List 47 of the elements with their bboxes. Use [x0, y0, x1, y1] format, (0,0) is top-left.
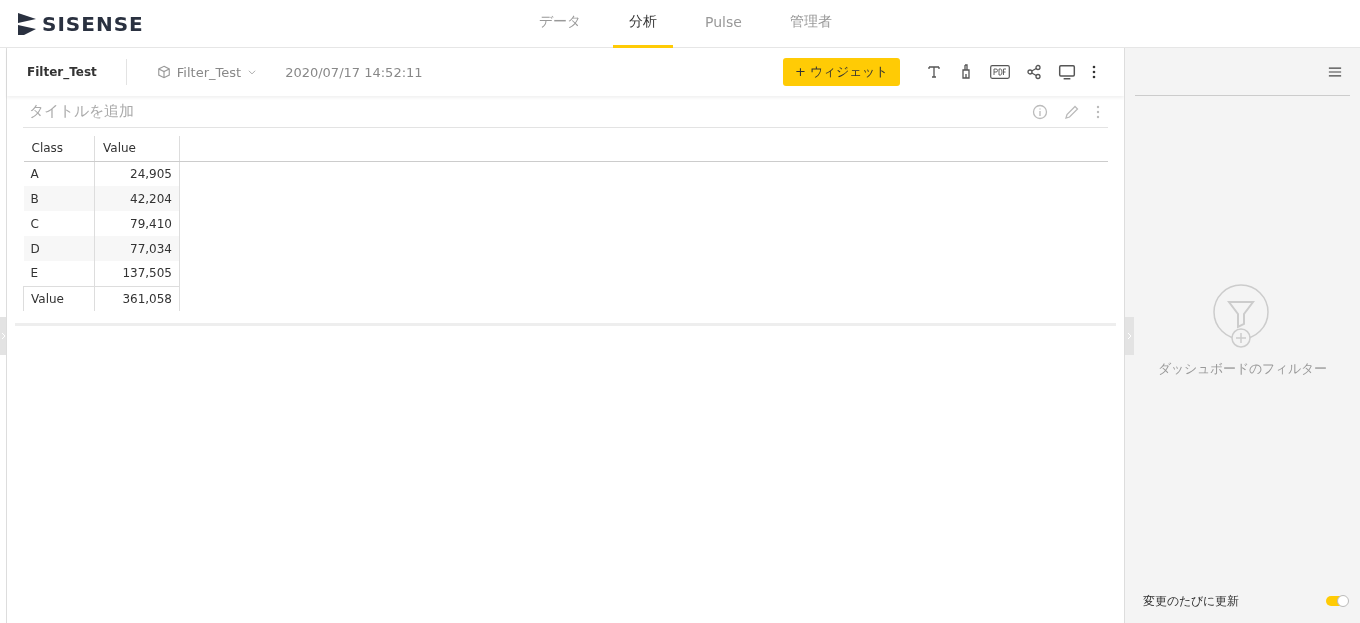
cube-icon [156, 65, 171, 79]
more-button[interactable] [1092, 65, 1096, 79]
add-widget-button[interactable]: + ウィジェット [782, 58, 900, 86]
share-button[interactable] [1026, 64, 1042, 80]
menu-button[interactable] [1328, 64, 1342, 79]
auto-update-toggle[interactable] [1326, 596, 1348, 606]
table-cell: 137,505 [94, 261, 180, 286]
table-cell: C [23, 211, 95, 236]
text-button[interactable] [926, 64, 942, 80]
column-header: Class [23, 136, 95, 161]
pencil-icon [1064, 103, 1080, 120]
column-header: Value [94, 136, 180, 161]
logo-icon [18, 12, 38, 35]
more-icon [1092, 65, 1096, 79]
widget-title-placeholder[interactable]: タイトルを追加 [29, 102, 1024, 121]
table-cell: B [23, 186, 95, 211]
info-icon [1032, 103, 1048, 120]
pdf-button[interactable] [990, 65, 1010, 79]
nav-tab[interactable]: Pulse [689, 0, 758, 48]
share-icon [1026, 64, 1042, 80]
chevron-right-icon [0, 332, 6, 340]
table-cell: 42,204 [94, 186, 180, 211]
text-icon [926, 64, 942, 80]
filters-empty-label: ダッシュボードのフィルター [1158, 360, 1327, 378]
pdf-icon [990, 65, 1010, 79]
more-icon [1096, 104, 1100, 119]
table-cell: 79,410 [94, 211, 180, 236]
total-cell: 361,058 [94, 286, 180, 311]
updated-time: 2020/07/17 14:52:11 [285, 64, 423, 80]
table-cell: D [23, 236, 95, 261]
monitor-icon [1058, 63, 1076, 81]
present-button[interactable] [1058, 63, 1076, 81]
table-cell: A [23, 161, 95, 186]
datasource-dropdown[interactable]: Filter_Test [150, 63, 264, 81]
auto-update-label: 変更のたびに更新 [1143, 592, 1239, 610]
nav-tab[interactable]: 分析 [613, 0, 673, 48]
table-cell: 24,905 [94, 161, 180, 186]
nav-tab[interactable]: データ [523, 0, 597, 48]
total-cell: Value [23, 286, 95, 311]
table-cell: E [23, 261, 95, 286]
chevron-right-icon [1127, 332, 1132, 340]
chevron-down-icon [247, 67, 258, 77]
logo-text: SISENSE [42, 11, 144, 36]
table-cell: 77,034 [94, 236, 180, 261]
menu-icon [1328, 64, 1342, 79]
dashboard-title: Filter_Test [27, 59, 127, 85]
nav-tab[interactable]: 管理者 [773, 0, 848, 48]
